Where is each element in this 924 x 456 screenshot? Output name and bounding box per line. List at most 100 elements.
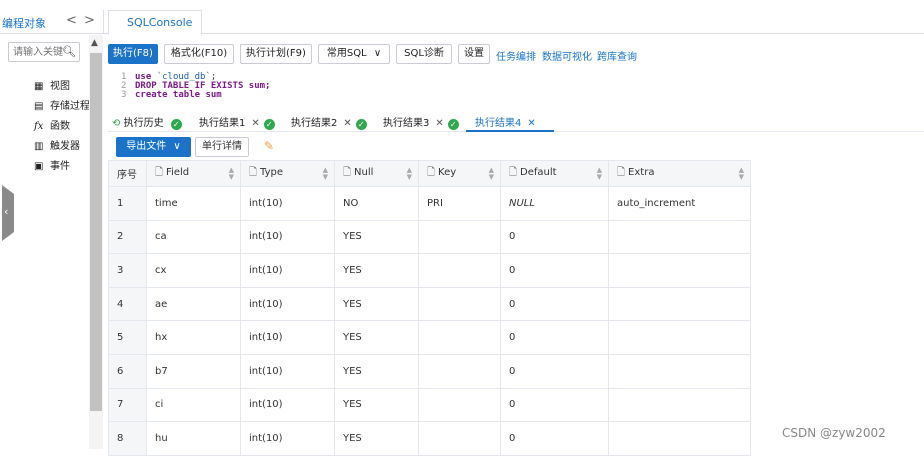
- cell-extra[interactable]: [608, 253, 751, 288]
- cell-type[interactable]: int(10): [240, 253, 335, 288]
- cell-key[interactable]: [418, 320, 501, 355]
- cell-key[interactable]: [418, 219, 501, 255]
- table-row[interactable]: 4 ae int(10) YES 0: [108, 286, 751, 322]
- column-header-null[interactable]: 🗋︎ Null ▲ ▼: [334, 160, 419, 187]
- column-header-extra[interactable]: 🗋︎ Extra ▲ ▼: [608, 160, 751, 187]
- column-header-key[interactable]: 🗋︎ Key ▲ ▼: [418, 160, 501, 187]
- close-icon[interactable]: ✕: [435, 118, 443, 129]
- cell-index[interactable]: 2: [108, 219, 147, 255]
- cell-default[interactable]: NULL: [500, 186, 609, 221]
- row-detail-button[interactable]: 单行详情: [195, 137, 249, 157]
- search-input[interactable]: [9, 43, 63, 61]
- table-row[interactable]: 2 ca int(10) YES 0: [108, 219, 751, 255]
- cell-type[interactable]: int(10): [240, 353, 335, 389]
- cell-type[interactable]: int(10): [240, 387, 335, 423]
- sql-editor[interactable]: 1 use `cloud_db`; 2 DROP TABLE IF EXISTS…: [108, 70, 924, 104]
- cell-field[interactable]: hu: [146, 421, 241, 456]
- task-orchestration-link[interactable]: 任务编排: [496, 48, 536, 63]
- cell-index[interactable]: 4: [108, 286, 147, 322]
- cell-default[interactable]: 0: [500, 353, 609, 389]
- cell-null[interactable]: YES: [334, 353, 419, 389]
- sql-diagnose-button[interactable]: SQL诊断: [396, 44, 452, 64]
- cell-null[interactable]: YES: [334, 286, 419, 322]
- cell-index[interactable]: 5: [108, 320, 147, 355]
- column-header-field[interactable]: 🗋︎ Field ▲ ▼: [146, 160, 241, 187]
- cell-field[interactable]: ci: [146, 387, 241, 423]
- cell-field[interactable]: time: [146, 186, 241, 221]
- chevron-right-icon[interactable]: >: [84, 13, 95, 28]
- sort-icon[interactable]: ▲ ▼: [229, 167, 234, 181]
- format-button[interactable]: 格式化(F10): [164, 44, 234, 64]
- object-panel-title[interactable]: 编程对象: [2, 15, 46, 31]
- common-sql-dropdown[interactable]: 常用SQL ∨: [318, 44, 390, 64]
- cell-extra[interactable]: [608, 320, 751, 355]
- close-icon[interactable]: ✕: [251, 118, 259, 129]
- collapse-sidebar-button[interactable]: ‹: [2, 185, 14, 241]
- export-file-button[interactable]: 导出文件 ∨: [116, 137, 191, 157]
- cell-key[interactable]: [418, 421, 501, 456]
- cell-type[interactable]: int(10): [240, 186, 335, 221]
- cell-index[interactable]: 6: [108, 353, 147, 389]
- cell-index[interactable]: 3: [108, 253, 147, 288]
- sidebar-item-trigger[interactable]: ▥ 触发器: [34, 137, 80, 152]
- cell-type[interactable]: int(10): [240, 219, 335, 255]
- table-row[interactable]: 8 hu int(10) YES 0: [108, 421, 751, 456]
- cell-null[interactable]: YES: [334, 421, 419, 456]
- scrollbar-thumb[interactable]: [90, 53, 102, 411]
- cell-extra[interactable]: [608, 387, 751, 423]
- execute-button[interactable]: 执行(F8): [108, 44, 158, 64]
- sort-icon[interactable]: ▲ ▼: [597, 167, 602, 181]
- cell-null[interactable]: YES: [334, 219, 419, 255]
- cell-default[interactable]: 0: [500, 286, 609, 322]
- cell-field[interactable]: ae: [146, 286, 241, 322]
- cell-index[interactable]: 8: [108, 421, 147, 456]
- cell-key[interactable]: [418, 286, 501, 322]
- cell-extra[interactable]: [608, 219, 751, 255]
- sidebar-item-procedure[interactable]: ▤ 存储过程: [34, 97, 90, 112]
- cell-key[interactable]: [418, 387, 501, 423]
- cell-default[interactable]: 0: [500, 219, 609, 255]
- execution-plan-button[interactable]: 执行计划(F9): [240, 44, 312, 64]
- chevron-left-icon[interactable]: <: [66, 13, 77, 28]
- cell-field[interactable]: b7: [146, 353, 241, 389]
- cell-extra[interactable]: [608, 353, 751, 389]
- brush-icon[interactable]: ✎: [264, 139, 274, 153]
- scroll-up-icon[interactable]: ▲: [91, 38, 98, 48]
- cross-db-query-link[interactable]: 跨库查询: [597, 48, 637, 63]
- sidebar-item-function[interactable]: fx 函数: [34, 117, 70, 132]
- cell-type[interactable]: int(10): [240, 286, 335, 322]
- close-icon[interactable]: ✕: [527, 118, 535, 129]
- cell-null[interactable]: NO: [334, 186, 419, 221]
- sort-icon[interactable]: ▲ ▼: [407, 167, 412, 181]
- cell-null[interactable]: YES: [334, 320, 419, 355]
- column-header-default[interactable]: 🗋︎ Default ▲ ▼: [500, 160, 609, 187]
- data-visualization-link[interactable]: 数据可视化: [542, 48, 592, 63]
- tab-execution-history[interactable]: ⟲ 执行历史 ✓: [112, 114, 182, 130]
- cell-default[interactable]: 0: [500, 421, 609, 456]
- sort-icon[interactable]: ▲ ▼: [739, 167, 744, 181]
- table-row[interactable]: 5 hx int(10) YES 0: [108, 320, 751, 355]
- settings-button[interactable]: 设置: [458, 44, 490, 64]
- column-header-type[interactable]: 🗋︎ Type ▲ ▼: [240, 160, 335, 187]
- search-icon[interactable]: 🔍︎: [62, 45, 76, 58]
- tab-result-1[interactable]: 执行结果1 ✕ ✓: [199, 114, 275, 130]
- sort-icon[interactable]: ▲ ▼: [323, 167, 328, 181]
- sidebar-scrollbar[interactable]: ▲: [89, 35, 103, 449]
- cell-null[interactable]: YES: [334, 387, 419, 423]
- table-row[interactable]: 3 cx int(10) YES 0: [108, 253, 751, 288]
- cell-type[interactable]: int(10): [240, 320, 335, 355]
- close-icon[interactable]: ✕: [343, 118, 351, 129]
- sort-icon[interactable]: ▲ ▼: [489, 167, 494, 181]
- cell-default[interactable]: 0: [500, 253, 609, 288]
- cell-key[interactable]: [418, 353, 501, 389]
- table-row[interactable]: 7 ci int(10) YES 0: [108, 387, 751, 423]
- tab-result-2[interactable]: 执行结果2 ✕ ✓: [291, 114, 367, 130]
- cell-extra[interactable]: [608, 421, 751, 456]
- cell-default[interactable]: 0: [500, 320, 609, 355]
- cell-type[interactable]: int(10): [240, 421, 335, 456]
- tab-sqlconsole[interactable]: SQLConsole: [108, 10, 202, 35]
- cell-field[interactable]: hx: [146, 320, 241, 355]
- cell-key[interactable]: [418, 253, 501, 288]
- cell-field[interactable]: cx: [146, 253, 241, 288]
- cell-key[interactable]: PRI: [418, 186, 501, 221]
